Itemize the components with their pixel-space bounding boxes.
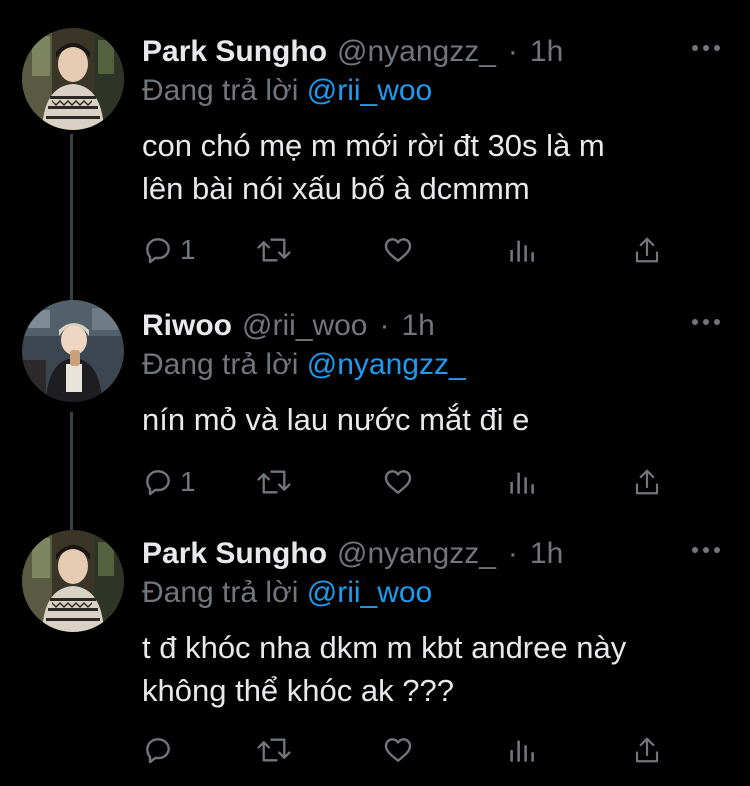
reply-prefix: Đang trả lời [142, 348, 299, 381]
reply-context: Đang trả lời @rii_woo [142, 74, 432, 108]
like-icon [382, 466, 414, 498]
tweet[interactable]: Park Sungho @nyangzz_ · 1h Đang trả lời … [0, 530, 750, 774]
display-name[interactable]: Park Sungho [142, 537, 327, 571]
tweet-text-line: lên bài nói xấu bố à dcmmm [142, 171, 530, 206]
like-icon [382, 734, 414, 766]
tweet[interactable]: Park Sungho @nyangzz_ · 1h Đang trả lời … [0, 28, 750, 272]
analytics-button[interactable] [508, 464, 536, 500]
reply-prefix: Đang trả lời [142, 576, 299, 609]
analytics-icon [508, 734, 536, 766]
reply-button[interactable] [142, 732, 180, 768]
tweet-header: Park Sungho @nyangzz_ · 1h [142, 32, 563, 72]
username[interactable]: @nyangzz_ [337, 537, 496, 571]
separator: · [379, 309, 390, 342]
avatar[interactable] [22, 300, 124, 402]
reply-prefix: Đang trả lời [142, 74, 299, 107]
analytics-icon [508, 466, 536, 498]
share-icon [632, 234, 662, 266]
tweet-text-line: con chó mẹ m mới rời đt 30s là m [142, 128, 605, 163]
share-button[interactable] [632, 464, 662, 500]
analytics-button[interactable] [508, 732, 536, 768]
tweet-text-line: không thể khóc ak ??? [142, 673, 454, 708]
reply-icon [142, 234, 174, 266]
reply-count: 1 [180, 234, 196, 265]
tweet-header: Riwoo @rii_woo · 1h [142, 306, 435, 346]
retweet-button[interactable] [256, 464, 292, 500]
reply-icon [142, 734, 174, 766]
action-bar: 1 [142, 464, 682, 500]
mention-link[interactable]: @nyangzz_ [307, 348, 466, 381]
reply-button[interactable]: 1 [142, 464, 196, 500]
more-icon[interactable] [692, 36, 720, 60]
more-icon[interactable] [692, 310, 720, 334]
username[interactable]: @nyangzz_ [337, 35, 496, 69]
share-icon [632, 734, 662, 766]
display-name[interactable]: Park Sungho [142, 35, 327, 69]
avatar[interactable] [22, 530, 124, 632]
reply-button[interactable]: 1 [142, 232, 196, 268]
avatar[interactable] [22, 28, 124, 130]
like-button[interactable] [382, 732, 414, 768]
tweet-text-line: t đ khóc nha dkm m kbt andree này [142, 630, 627, 665]
retweet-icon [256, 466, 292, 498]
more-icon[interactable] [692, 538, 720, 562]
tweet-text: t đ khóc nha dkm m kbt andree này không … [142, 626, 722, 712]
mention-link[interactable]: @rii_woo [307, 74, 433, 107]
timestamp[interactable]: 1h [530, 537, 563, 571]
separator: · [507, 35, 518, 68]
share-button[interactable] [632, 232, 662, 268]
tweet-text: con chó mẹ m mới rời đt 30s là m lên bài… [142, 124, 722, 210]
like-button[interactable] [382, 464, 414, 500]
timestamp[interactable]: 1h [402, 309, 435, 343]
action-bar: 1 [142, 232, 682, 268]
share-icon [632, 466, 662, 498]
retweet-button[interactable] [256, 232, 292, 268]
share-button[interactable] [632, 732, 662, 768]
retweet-button[interactable] [256, 732, 292, 768]
timestamp[interactable]: 1h [530, 35, 563, 69]
retweet-icon [256, 734, 292, 766]
like-button[interactable] [382, 232, 414, 268]
display-name[interactable]: Riwoo [142, 309, 232, 343]
tweet-header: Park Sungho @nyangzz_ · 1h [142, 534, 563, 574]
like-icon [382, 234, 414, 266]
analytics-button[interactable] [508, 232, 536, 268]
reply-count: 1 [180, 466, 196, 497]
analytics-icon [508, 234, 536, 266]
action-bar [142, 732, 682, 768]
mention-link[interactable]: @rii_woo [307, 576, 433, 609]
reply-context: Đang trả lời @rii_woo [142, 576, 432, 610]
tweet[interactable]: Riwoo @rii_woo · 1h Đang trả lời @nyangz… [0, 300, 750, 506]
reply-context: Đang trả lời @nyangzz_ [142, 348, 466, 382]
username[interactable]: @rii_woo [242, 309, 368, 343]
tweet-text: nín mỏ và lau nước mắt đi e [142, 398, 722, 441]
separator: · [507, 537, 518, 570]
tweet-text-line: nín mỏ và lau nước mắt đi e [142, 402, 530, 437]
retweet-icon [256, 234, 292, 266]
reply-icon [142, 466, 174, 498]
